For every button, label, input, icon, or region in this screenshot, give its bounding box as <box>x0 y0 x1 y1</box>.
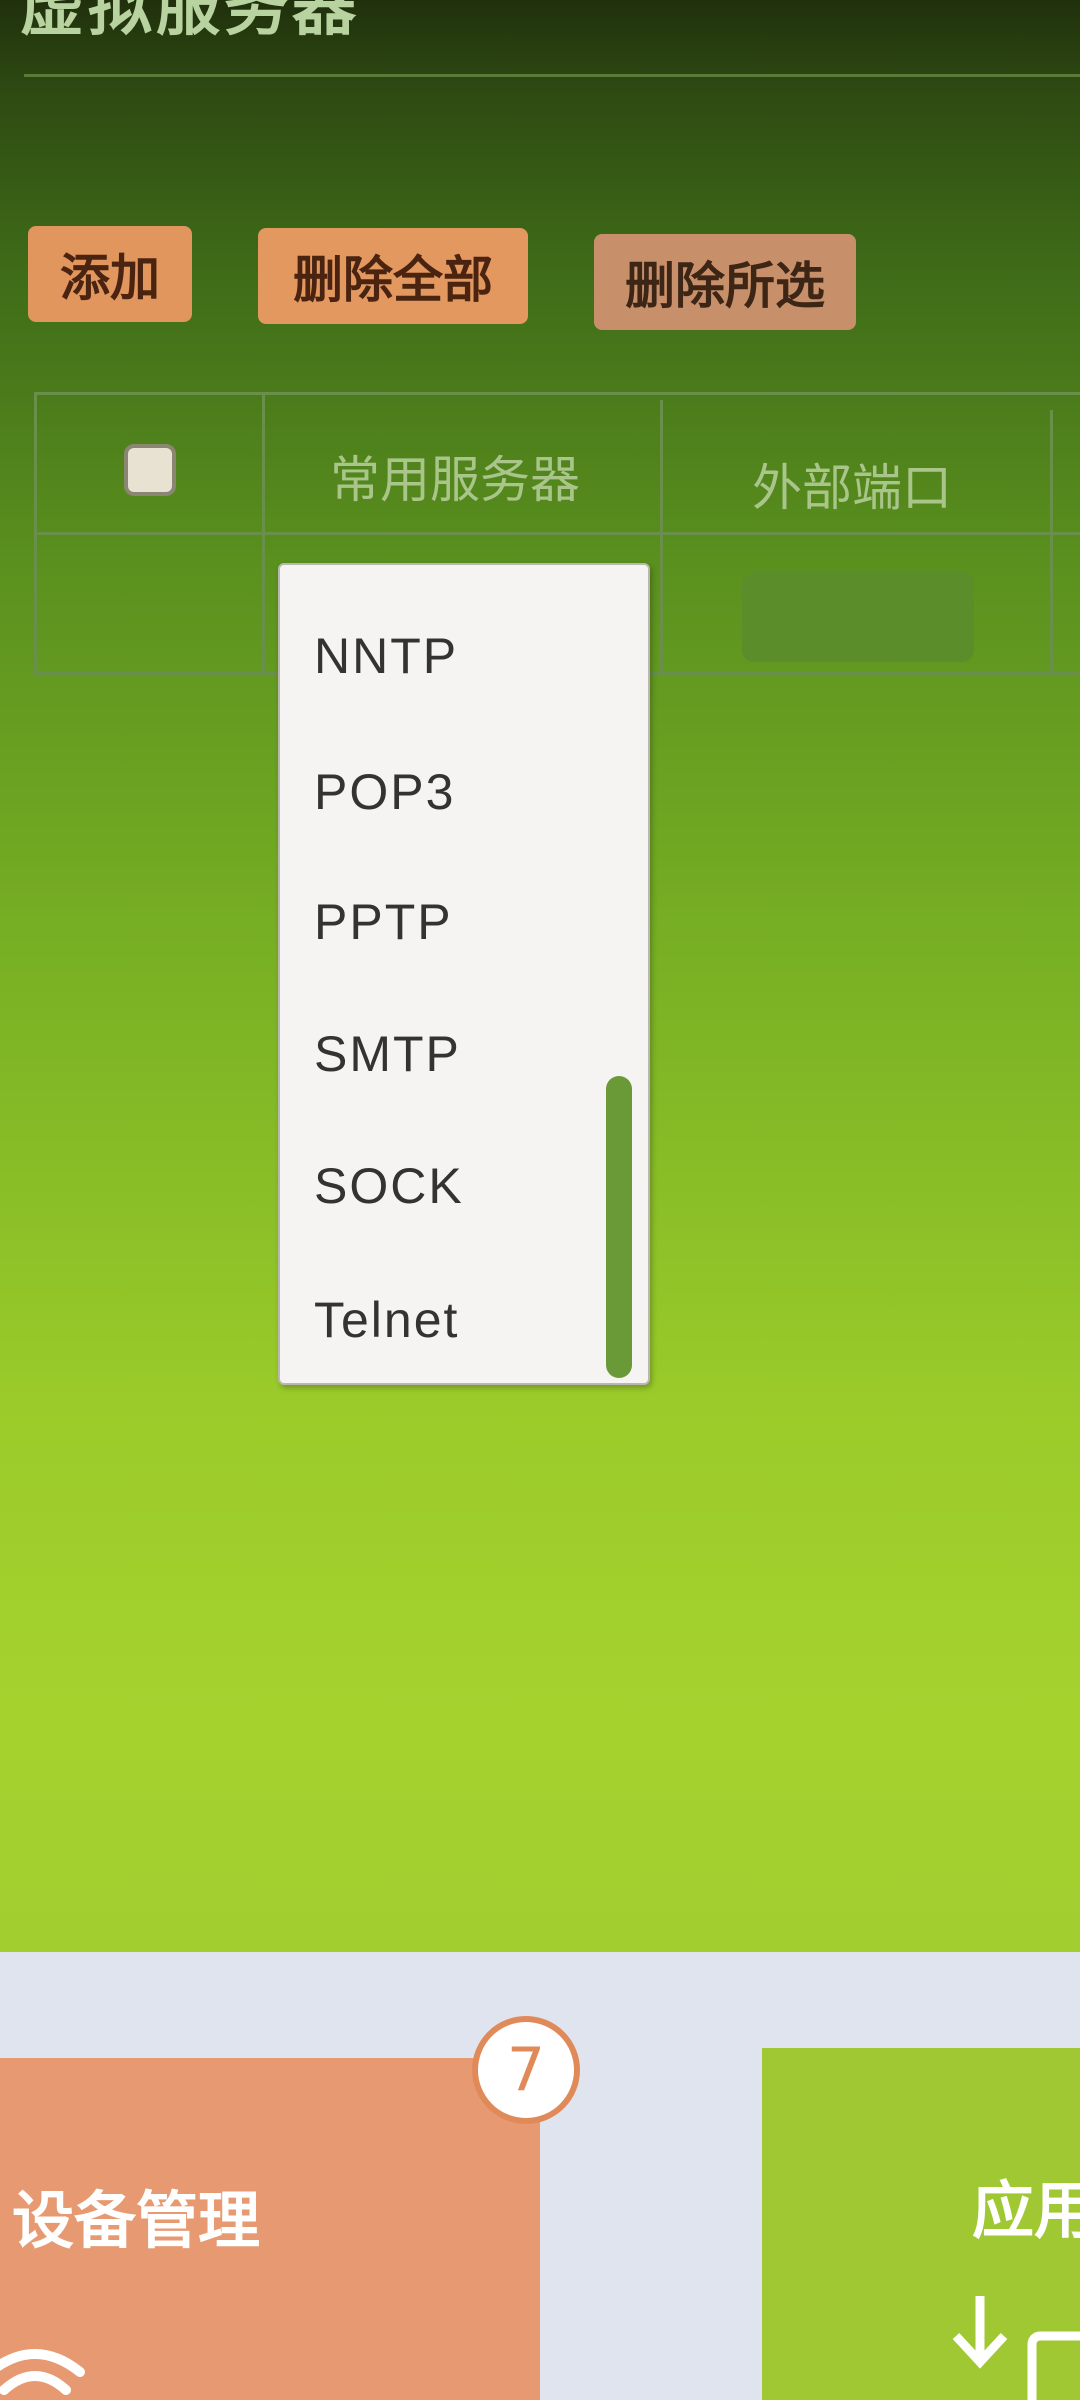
header-external-port: 外部端口 <box>752 459 952 517</box>
app-card-label: 应用 <box>972 2174 1080 2247</box>
dropdown-option[interactable]: SMTP <box>314 1025 461 1083</box>
dropdown-scrollbar[interactable] <box>606 1076 632 1378</box>
dropdown-option[interactable]: POP3 <box>314 763 455 821</box>
wifi-icon <box>0 2349 85 2395</box>
dropdown-option[interactable]: Telnet <box>314 1291 459 1349</box>
device-management-label: 设备管理 <box>12 2184 261 2257</box>
table-col-divider-1 <box>262 392 265 674</box>
table-border-mid <box>34 532 1080 535</box>
table-border-left <box>34 392 37 674</box>
table-col-divider-3 <box>1050 410 1053 674</box>
external-port-input[interactable] <box>742 572 974 662</box>
device-count-badge: 7 <box>472 2016 580 2124</box>
server-dropdown-list[interactable]: NNTP POP3 PPTP SMTP SOCK Telnet <box>278 563 650 1385</box>
download-icon <box>952 2296 1080 2400</box>
dropdown-option[interactable]: SOCK <box>314 1157 464 1215</box>
table-col-divider-2 <box>660 400 663 674</box>
dropdown-option[interactable]: PPTP <box>314 893 453 951</box>
header-common-server: 常用服务器 <box>330 451 580 509</box>
table-border-top <box>34 392 1080 395</box>
dropdown-option[interactable]: NNTP <box>314 627 458 685</box>
select-all-checkbox[interactable] <box>124 444 176 496</box>
